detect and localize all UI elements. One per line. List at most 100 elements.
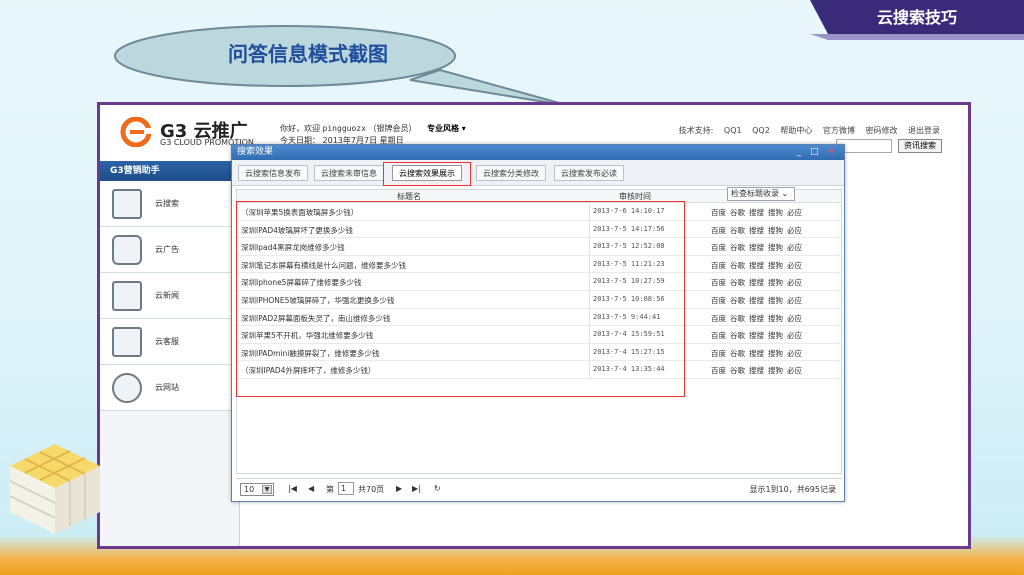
engine-link[interactable]: 搜狗: [768, 314, 783, 323]
engine-link[interactable]: 搜搜: [749, 366, 764, 375]
engine-link[interactable]: 百度: [711, 226, 726, 235]
engine-link[interactable]: 谷歌: [730, 208, 745, 217]
engine-link[interactable]: 必应: [787, 349, 802, 358]
row-title[interactable]: （深圳IPAD4外屏摔坏了，维修多少钱）: [241, 365, 375, 376]
tab-publish-guide[interactable]: 云搜索发布必读: [554, 165, 624, 181]
engine-link[interactable]: 搜搜: [749, 278, 764, 287]
engine-link[interactable]: 百度: [711, 243, 726, 252]
top-link-qq2[interactable]: QQ2: [752, 126, 770, 135]
engine-link[interactable]: 搜搜: [749, 296, 764, 305]
chevron-down-icon[interactable]: ▼: [262, 485, 272, 494]
engine-link[interactable]: 谷歌: [730, 349, 745, 358]
engine-link[interactable]: 搜搜: [749, 208, 764, 217]
username[interactable]: pingguozx: [323, 124, 366, 133]
first-page-icon[interactable]: |◀: [288, 484, 297, 493]
row-title[interactable]: 深圳Ipad4黑屏龙岗维修多少钱: [241, 242, 345, 253]
index-check-select[interactable]: 检查标题收录 ⌄: [727, 187, 795, 201]
search-engine-links: 百度 谷歌 搜搜 搜狗 必应: [711, 365, 806, 376]
page-number-input[interactable]: 1: [338, 482, 354, 495]
engine-link[interactable]: 搜狗: [768, 296, 783, 305]
app-screenshot-frame: G3 云推广 G3 CLOUD PROMOTION 你好，欢迎 pingguoz…: [97, 102, 971, 549]
engine-link[interactable]: 搜狗: [768, 278, 783, 287]
row-title[interactable]: 深圳IPHONE5玻璃屏碎了，华强北更换多少钱: [241, 295, 394, 306]
engine-link[interactable]: 搜搜: [749, 226, 764, 235]
engine-link[interactable]: 必应: [787, 278, 802, 287]
engine-link[interactable]: 百度: [711, 366, 726, 375]
refresh-icon[interactable]: ↻: [434, 484, 441, 493]
dialog-tabs: 云搜索信息发布 云搜索未审信息 云搜索效果展示 云搜索分类修改 云搜索发布必读: [232, 160, 844, 186]
engine-link[interactable]: 谷歌: [730, 278, 745, 287]
engine-link[interactable]: 搜狗: [768, 261, 783, 270]
sidebar-item-cloud-news[interactable]: 云新闻: [100, 273, 239, 319]
page-size-select[interactable]: 10 ▼: [240, 483, 274, 496]
engine-link[interactable]: 百度: [711, 278, 726, 287]
engine-link[interactable]: 谷歌: [730, 314, 745, 323]
tab-effect-display[interactable]: 云搜索效果展示: [392, 165, 462, 181]
engine-link[interactable]: 必应: [787, 366, 802, 375]
engine-link[interactable]: 百度: [711, 314, 726, 323]
window-controls[interactable]: _ □ ✕: [797, 145, 838, 160]
engine-link[interactable]: 谷歌: [730, 243, 745, 252]
engine-link[interactable]: 百度: [711, 331, 726, 340]
tab-unreviewed[interactable]: 云搜索未审信息: [314, 165, 384, 181]
sidebar-item-cloud-site[interactable]: 云网站: [100, 365, 239, 411]
table-row: 深圳IPAD2屏幕面板失灵了，南山维修多少钱 2013-7-5 9:44:41 百度…: [237, 309, 841, 327]
engine-link[interactable]: 谷歌: [730, 261, 745, 270]
row-review-time: 2013-7-5 11:21:23: [593, 259, 665, 268]
last-page-icon[interactable]: ▶|: [412, 484, 421, 493]
top-link-logout[interactable]: 退出登录: [908, 126, 940, 135]
tab-category-edit[interactable]: 云搜索分类修改: [476, 165, 546, 181]
engine-link[interactable]: 必应: [787, 226, 802, 235]
engine-link[interactable]: 搜搜: [749, 349, 764, 358]
engine-link[interactable]: 百度: [711, 296, 726, 305]
row-title[interactable]: 深圳IPAD2屏幕面板失灵了，南山维修多少钱: [241, 313, 390, 324]
engine-link[interactable]: 谷歌: [730, 366, 745, 375]
close-icon[interactable]: ✕: [827, 147, 838, 157]
engine-link[interactable]: 搜搜: [749, 261, 764, 270]
engine-link[interactable]: 搜搜: [749, 314, 764, 323]
row-title[interactable]: 深圳笔记本屏幕有横线是什么问题，维修要多少钱: [241, 260, 406, 271]
news-search-button[interactable]: 资讯搜索: [898, 139, 942, 153]
engine-link[interactable]: 搜狗: [768, 366, 783, 375]
top-link-password[interactable]: 密码修改: [865, 126, 897, 135]
engine-link[interactable]: 搜狗: [768, 226, 783, 235]
dialog-titlebar[interactable]: 搜索效果 _ □ ✕: [232, 145, 844, 160]
engine-link[interactable]: 百度: [711, 208, 726, 217]
engine-link[interactable]: 搜搜: [749, 243, 764, 252]
prev-page-icon[interactable]: ◀: [308, 484, 314, 493]
row-title[interactable]: 深圳IPADmini触摸屏裂了，维修要多少钱: [241, 348, 379, 359]
engine-link[interactable]: 必应: [787, 243, 802, 252]
engine-link[interactable]: 必应: [787, 261, 802, 270]
welcome-text: 你好，欢迎 pingguozx （银牌会员） 专业风格 ▾: [280, 123, 466, 134]
engine-link[interactable]: 搜搜: [749, 331, 764, 340]
engine-link[interactable]: 必应: [787, 331, 802, 340]
engine-link[interactable]: 必应: [787, 314, 802, 323]
sidebar-item-cloud-search[interactable]: 云搜索: [100, 181, 239, 227]
engine-link[interactable]: 谷歌: [730, 331, 745, 340]
engine-link[interactable]: 搜狗: [768, 243, 783, 252]
style-menu[interactable]: 专业风格 ▾: [427, 124, 466, 133]
tab-publish[interactable]: 云搜索信息发布: [238, 165, 308, 181]
engine-link[interactable]: 搜狗: [768, 208, 783, 217]
dialog-title: 搜索效果: [237, 147, 274, 157]
search-effect-dialog: 搜索效果 _ □ ✕ 云搜索信息发布 云搜索未审信息 云搜索效果展示 云搜索分类…: [231, 144, 845, 502]
top-link-qq1[interactable]: QQ1: [724, 126, 742, 135]
sidebar-item-cloud-service[interactable]: 云客服: [100, 319, 239, 365]
table-row: 深圳苹果5不开机，华强北维修要多少钱 2013-7-4 15:59:51 百度 谷歌搜…: [237, 326, 841, 344]
engine-link[interactable]: 搜狗: [768, 349, 783, 358]
row-title[interactable]: 深圳Iphone5屏幕碎了维修要多少钱: [241, 277, 361, 288]
engine-link[interactable]: 搜狗: [768, 331, 783, 340]
next-page-icon[interactable]: ▶: [396, 484, 402, 493]
engine-link[interactable]: 谷歌: [730, 296, 745, 305]
row-title[interactable]: （深圳苹果5换表面玻璃屏多少钱）: [241, 207, 358, 218]
engine-link[interactable]: 必应: [787, 208, 802, 217]
engine-link[interactable]: 谷歌: [730, 226, 745, 235]
top-link-help[interactable]: 帮助中心: [780, 126, 812, 135]
row-title[interactable]: 深圳IPAD4玻璃屏坏了更换多少钱: [241, 225, 353, 236]
row-title[interactable]: 深圳苹果5不开机，华强北维修要多少钱: [241, 330, 373, 341]
sidebar-item-cloud-ad[interactable]: 云广告: [100, 227, 239, 273]
top-link-weibo[interactable]: 官方微博: [823, 126, 855, 135]
engine-link[interactable]: 必应: [787, 296, 802, 305]
engine-link[interactable]: 百度: [711, 349, 726, 358]
engine-link[interactable]: 百度: [711, 261, 726, 270]
